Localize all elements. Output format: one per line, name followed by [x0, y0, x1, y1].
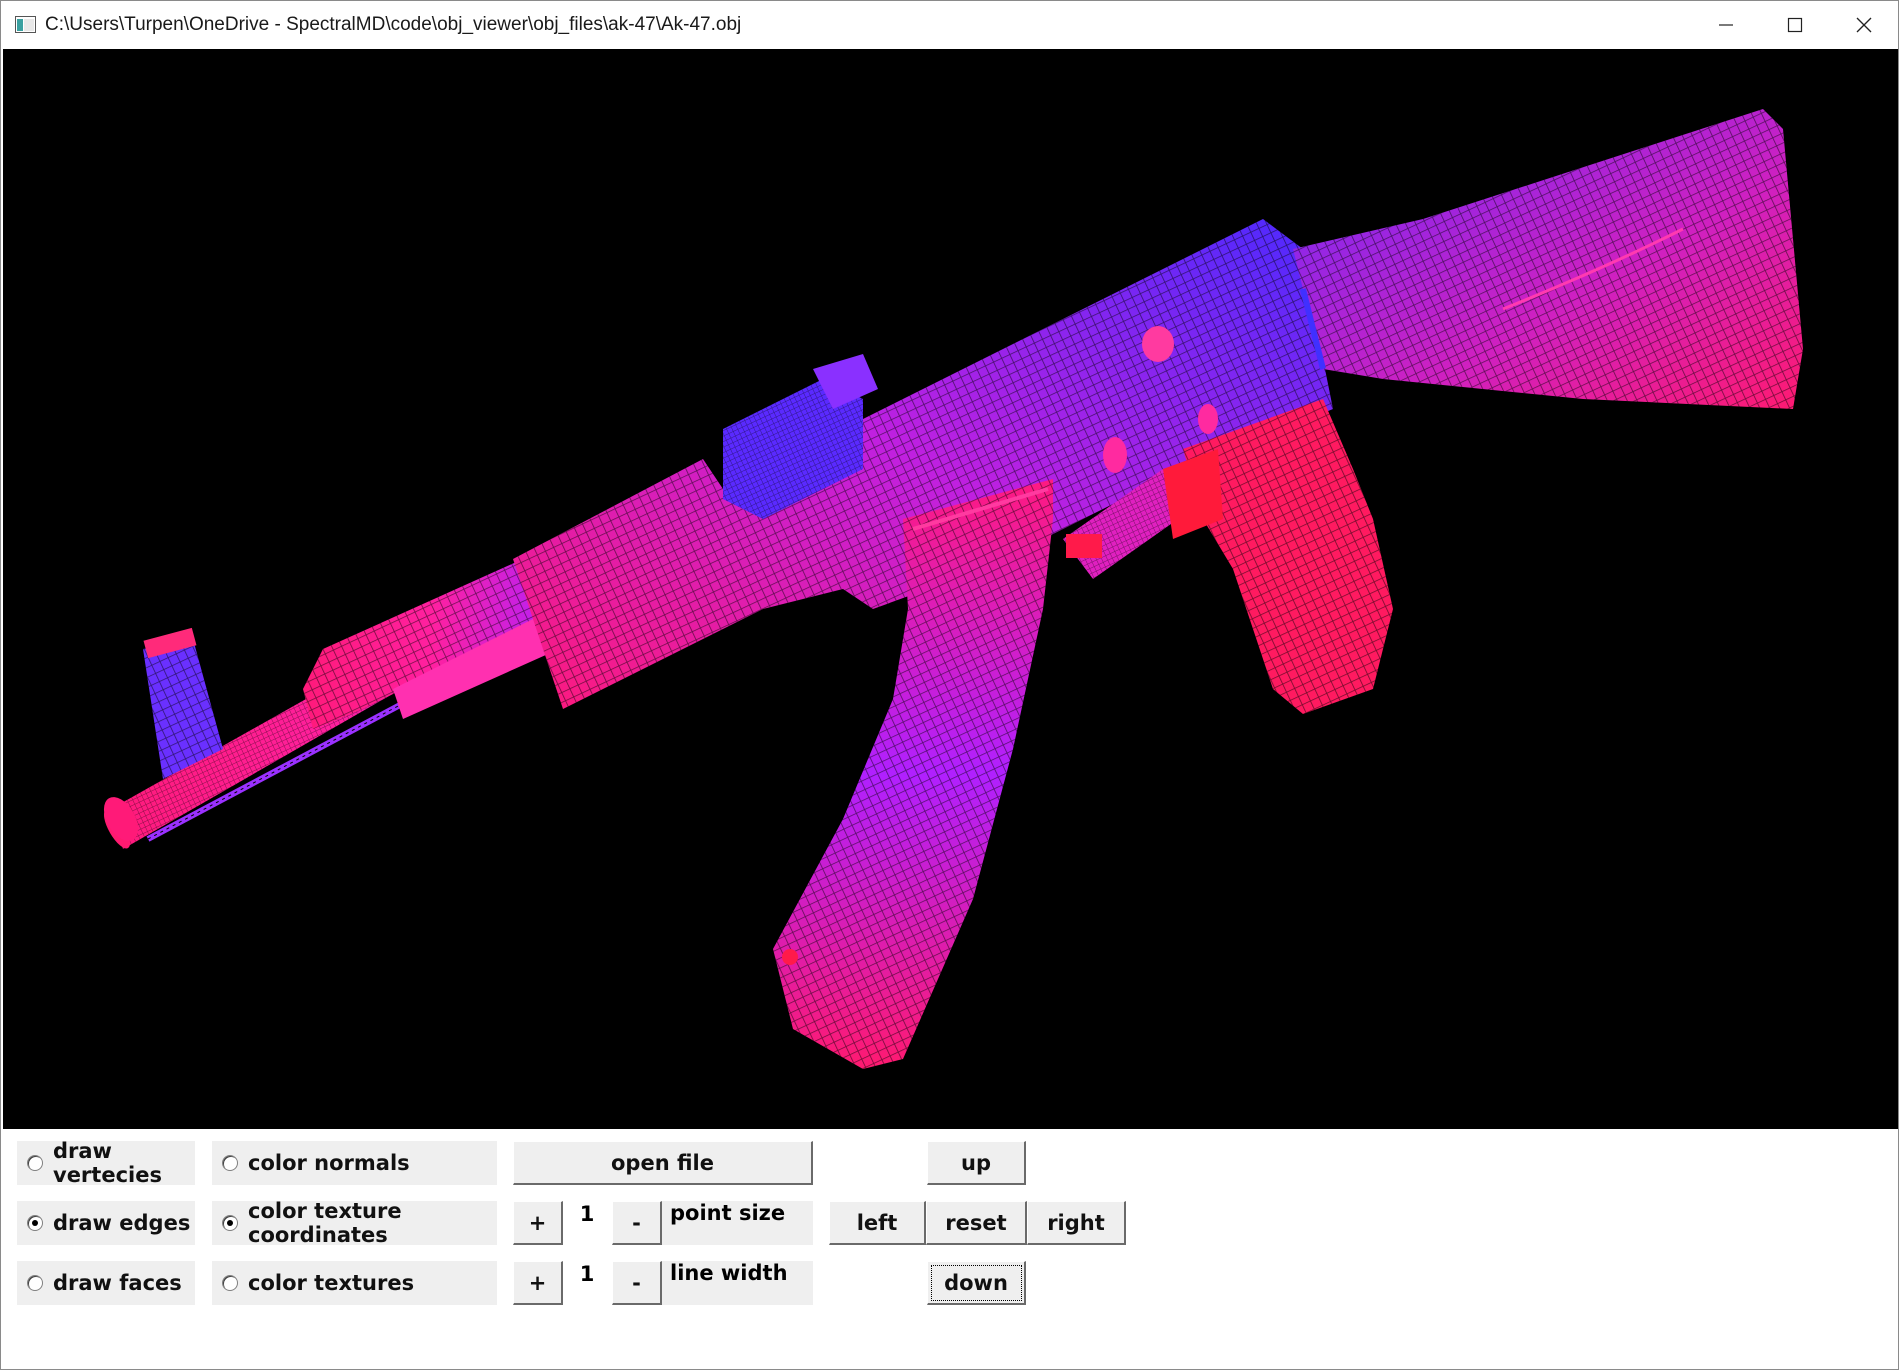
color-textures-label: color textures [248, 1271, 415, 1295]
minimize-icon [1719, 23, 1733, 26]
point-size-value: 1 [579, 1202, 595, 1226]
app-icon [15, 16, 36, 33]
color-normals-option[interactable]: color normals [212, 1141, 497, 1185]
point-size-plus-button[interactable]: + [513, 1201, 563, 1245]
open-file-button[interactable]: open file [513, 1141, 813, 1185]
draw-edges-label: draw edges [53, 1211, 191, 1235]
down-button[interactable]: down [927, 1261, 1026, 1305]
left-button[interactable]: left [829, 1201, 926, 1245]
window-title: C:\Users\Turpen\OneDrive - SpectralMD\co… [45, 14, 742, 35]
draw-vertices-option[interactable]: draw vertecies [17, 1139, 195, 1187]
draw-faces-option[interactable]: draw faces [17, 1261, 195, 1305]
point-size-label: point size [662, 1201, 813, 1245]
title-bar[interactable]: C:\Users\Turpen\OneDrive - SpectralMD\co… [1, 1, 1898, 48]
draw-vertices-radio[interactable] [27, 1155, 43, 1171]
minimize-button[interactable] [1691, 1, 1761, 48]
pistol-grip [1163, 399, 1393, 714]
app-window: C:\Users\Turpen\OneDrive - SpectralMD\co… [0, 0, 1899, 1370]
line-width-label: line width [662, 1261, 813, 1305]
draw-edges-radio[interactable] [27, 1215, 43, 1231]
color-normals-label: color normals [248, 1151, 410, 1175]
maximize-button[interactable] [1760, 1, 1830, 48]
close-icon [1856, 17, 1872, 32]
line-width-minus-button[interactable]: - [612, 1261, 662, 1305]
right-button[interactable]: right [1027, 1201, 1126, 1245]
color-textures-radio[interactable] [222, 1275, 238, 1291]
ak47-wireframe-render [103, 109, 1803, 1069]
point-size-minus-button[interactable]: - [612, 1201, 662, 1245]
stock [1293, 109, 1803, 409]
draw-faces-label: draw faces [53, 1271, 182, 1295]
line-width-plus-button[interactable]: + [513, 1261, 563, 1305]
draw-faces-radio[interactable] [27, 1275, 43, 1291]
control-panel: draw vertecies draw edges draw faces col… [1, 1129, 1898, 1369]
up-button[interactable]: up [927, 1141, 1026, 1185]
line-width-value: 1 [579, 1262, 595, 1286]
color-textures-option[interactable]: color textures [212, 1261, 497, 1305]
reset-button[interactable]: reset [926, 1201, 1027, 1245]
render-viewport[interactable] [3, 49, 1898, 1129]
draw-vertices-label: draw vertecies [53, 1139, 162, 1187]
close-button[interactable] [1829, 1, 1899, 48]
color-texcoords-option[interactable]: color texture coordinates [212, 1199, 497, 1247]
maximize-icon [1787, 17, 1803, 32]
color-normals-radio[interactable] [222, 1155, 238, 1171]
color-texcoords-radio[interactable] [222, 1215, 238, 1231]
draw-edges-option[interactable]: draw edges [17, 1201, 195, 1245]
color-texcoords-label: color texture coordinates [248, 1199, 402, 1247]
